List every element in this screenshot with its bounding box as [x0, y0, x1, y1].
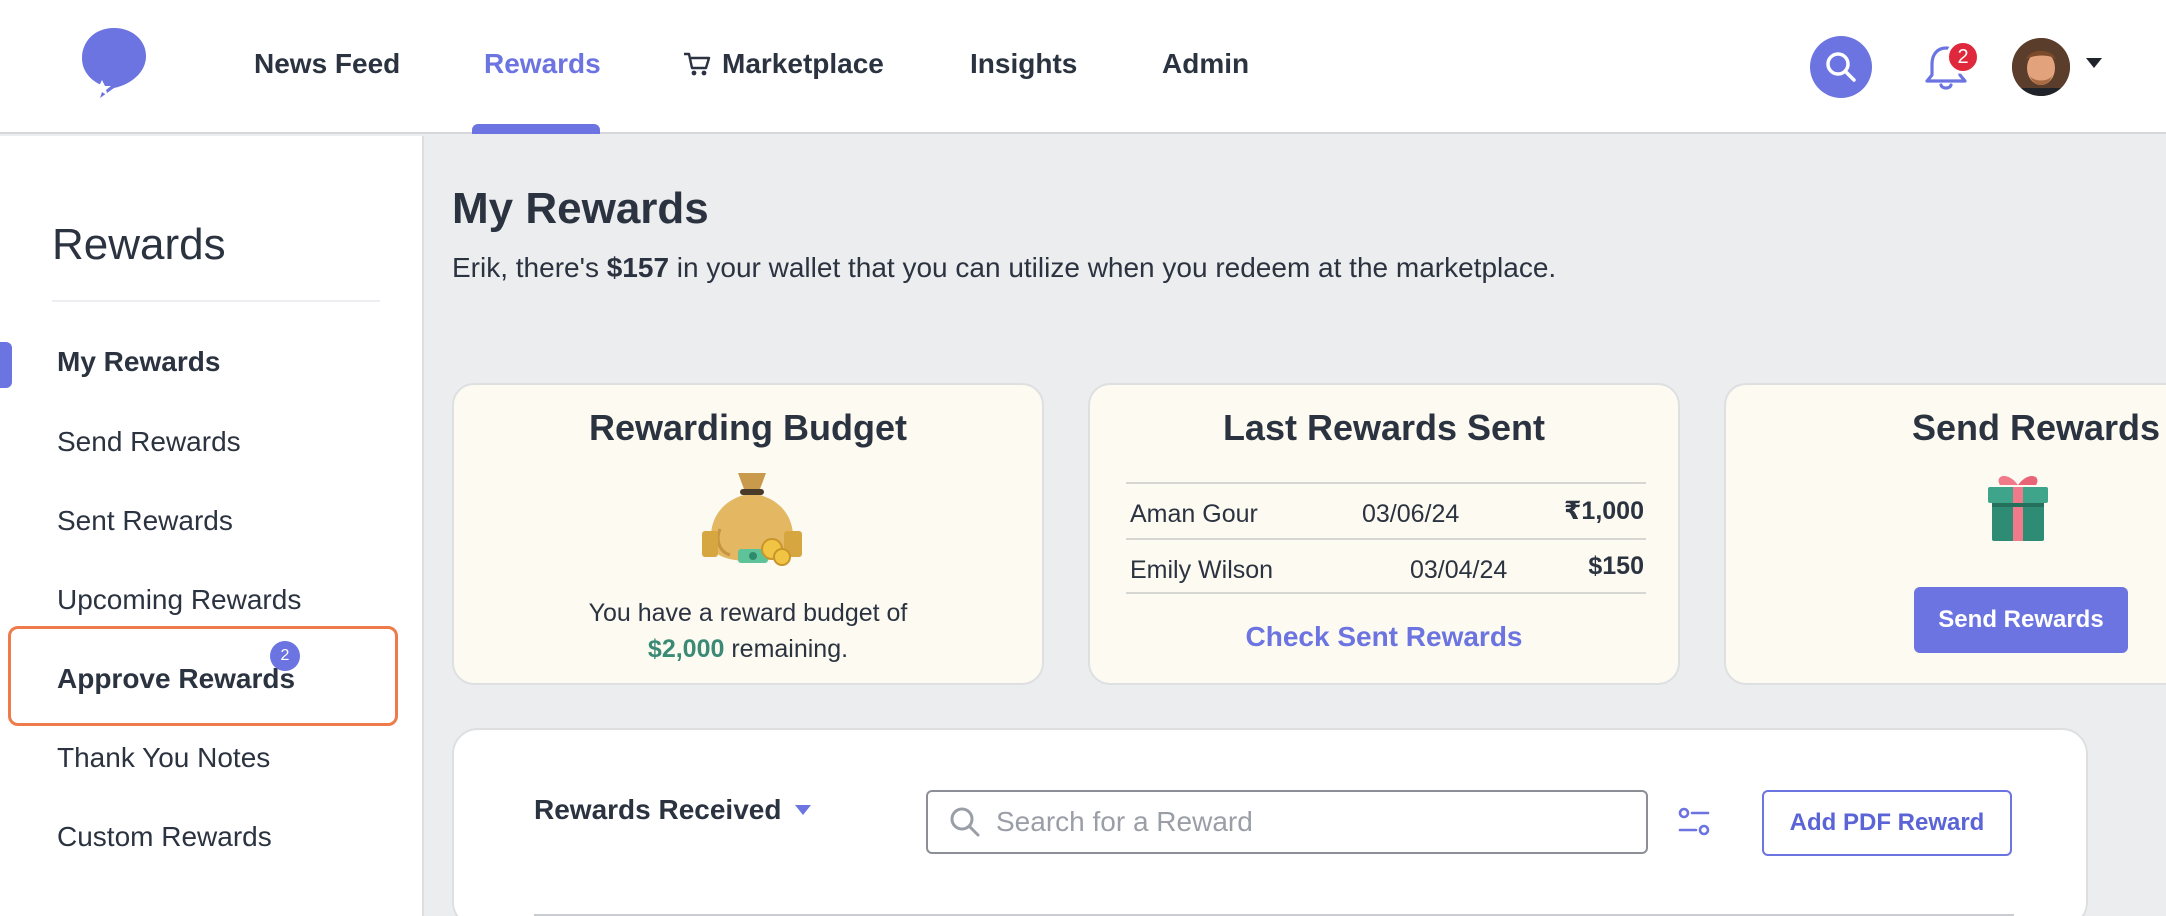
rewards-received-panel: Rewards Received Add PDF Reward [452, 728, 2088, 916]
active-tab-indicator [472, 124, 600, 134]
send-rewards-card: Send Rewards Send Rewards [1724, 383, 2166, 685]
nav-marketplace-label: Marketplace [722, 48, 884, 79]
page-title: My Rewards [452, 184, 709, 233]
recipient-name: Emily Wilson [1130, 556, 1274, 584]
sent-amount: ₹1,000 [1564, 497, 1644, 525]
nav-admin[interactable]: Admin [1162, 48, 1249, 80]
sidebar-item-send-rewards[interactable]: Send Rewards [57, 426, 241, 458]
last-sent-table: Aman Gour 03/06/24 ₹1,000 Emily Wilson 0… [1126, 482, 1646, 594]
budget-text-suffix: remaining. [724, 635, 849, 663]
budget-amount: $2,000 [647, 635, 725, 663]
wallet-amount: $157 [606, 252, 670, 283]
sidebar-item-upcoming-rewards[interactable]: Upcoming Rewards [57, 584, 301, 616]
sidebar-item-thank-you-notes[interactable]: Thank You Notes [57, 742, 270, 774]
nav-rewards[interactable]: Rewards [484, 48, 601, 80]
table-row: Emily Wilson 03/04/24 $150 [1126, 538, 1646, 594]
cart-icon [684, 52, 711, 76]
sidebar: Rewards My Rewards Send Rewards Sent Rew… [0, 136, 424, 916]
sidebar-item-my-rewards[interactable]: My Rewards [57, 346, 220, 378]
rewarding-budget-card: Rewarding Budget You have a reward budge… [452, 383, 1044, 685]
avatar[interactable] [2012, 38, 2070, 96]
wallet-summary: Erik, there's $157 in your wallet that y… [452, 252, 1556, 284]
recipient-name: Aman Gour [1130, 500, 1258, 528]
active-sidebar-indicator [0, 342, 12, 388]
reward-search-field[interactable] [926, 790, 1648, 854]
nav-news-feed[interactable]: News Feed [254, 48, 400, 80]
budget-card-title: Rewarding Budget [588, 407, 907, 448]
rewards-received-dropdown[interactable]: Rewards Received [534, 794, 812, 826]
table-row: Aman Gour 03/06/24 ₹1,000 [1126, 482, 1646, 538]
send-rewards-button[interactable]: Send Rewards [1914, 587, 2128, 653]
sent-amount: $150 [1588, 552, 1644, 580]
money-bag-icon [702, 473, 802, 566]
sent-date: 03/04/24 [1410, 556, 1508, 584]
nav-news-feed-label: News Feed [254, 48, 401, 79]
top-navigation-bar: News Feed Rewards Marketplace Insights A… [0, 0, 2166, 134]
budget-remaining-text: You have a reward budget of $2,000 remai… [454, 595, 1042, 667]
chevron-down-icon [795, 805, 812, 815]
app-logo-icon[interactable] [78, 26, 150, 102]
gift-icon [1988, 475, 2048, 541]
approve-rewards-badge: 2 [270, 641, 300, 671]
nav-marketplace[interactable]: Marketplace [682, 48, 884, 80]
sent-date: 03/06/24 [1362, 500, 1460, 528]
add-pdf-reward-button[interactable]: Add PDF Reward [1762, 790, 2012, 856]
nav-admin-label: Admin [1162, 48, 1250, 79]
send-card-title: Send Rewards [1911, 407, 2161, 448]
nav-rewards-label: Rewards [484, 48, 601, 79]
search-button[interactable] [1810, 36, 1872, 98]
wallet-summary-prefix: Erik, there's [452, 252, 607, 283]
wallet-summary-suffix: in your wallet that you can utilize when… [669, 252, 1557, 283]
account-menu-caret-icon[interactable] [2086, 58, 2102, 68]
rewards-received-label: Rewards Received [534, 794, 782, 825]
last-rewards-sent-card: Last Rewards Sent Aman Gour 03/06/24 ₹1,… [1088, 383, 1680, 685]
check-sent-rewards-link[interactable]: Check Sent Rewards [1090, 621, 1678, 653]
sidebar-title: Rewards [52, 220, 226, 269]
notification-badge: 2 [1946, 40, 1980, 74]
sidebar-item-approve-rewards[interactable]: Approve Rewards [57, 663, 295, 695]
filter-icon[interactable] [1676, 804, 1712, 840]
user-avatar-icon [2012, 38, 2070, 96]
sidebar-item-custom-rewards[interactable]: Custom Rewards [57, 821, 272, 853]
nav-insights-label: Insights [970, 48, 1078, 79]
last-sent-card-title: Last Rewards Sent [1222, 407, 1546, 448]
search-icon [1826, 52, 1856, 82]
search-icon [950, 807, 980, 837]
budget-text-prefix: You have a reward budget of [588, 599, 908, 627]
sidebar-divider [52, 300, 380, 302]
search-input[interactable] [996, 806, 1616, 838]
nav-insights[interactable]: Insights [970, 48, 1077, 80]
sidebar-item-sent-rewards[interactable]: Sent Rewards [57, 505, 233, 537]
